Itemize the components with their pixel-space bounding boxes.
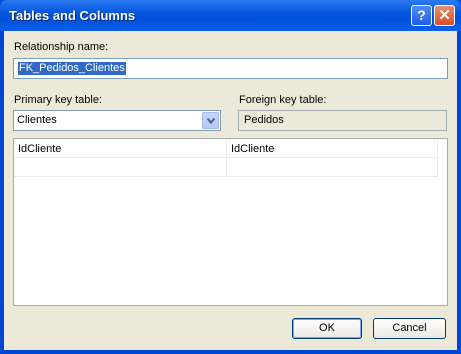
chevron-down-icon[interactable] (202, 112, 219, 129)
cancel-button[interactable]: Cancel (373, 318, 446, 339)
dialog-client: Relationship name: FK_Pedidos_Clientes P… (4, 31, 457, 350)
primary-column-cell[interactable] (14, 158, 227, 177)
columns-grid[interactable]: IdCliente IdCliente (13, 138, 448, 306)
help-icon: ? (417, 7, 426, 23)
primary-key-table-label: Primary key table: (14, 94, 103, 106)
relationship-name-input[interactable]: FK_Pedidos_Clientes (13, 58, 448, 79)
foreign-column-cell[interactable]: IdCliente (227, 139, 438, 158)
window-title: Tables and Columns (9, 8, 136, 23)
table-row[interactable]: IdCliente IdCliente (14, 139, 438, 158)
primary-key-table-select[interactable]: Clientes (13, 110, 221, 131)
table-row[interactable] (14, 158, 438, 177)
relationship-name-label: Relationship name: (14, 41, 109, 53)
title-bar[interactable]: Tables and Columns ? ✕ (0, 0, 461, 31)
primary-column-cell[interactable]: IdCliente (14, 139, 227, 158)
foreign-column-cell[interactable] (227, 158, 438, 177)
help-button[interactable]: ? (411, 5, 432, 26)
relationship-name-value: FK_Pedidos_Clientes (18, 62, 126, 75)
close-icon: ✕ (438, 7, 451, 24)
primary-key-table-value: Clientes (17, 114, 57, 126)
foreign-key-table-field: Pedidos (238, 110, 447, 131)
foreign-key-table-value: Pedidos (244, 114, 284, 126)
ok-button[interactable]: OK (292, 318, 362, 339)
close-button[interactable]: ✕ (434, 5, 455, 26)
dialog-window: Tables and Columns ? ✕ Relationship name… (0, 0, 461, 354)
foreign-key-table-label: Foreign key table: (239, 94, 327, 106)
